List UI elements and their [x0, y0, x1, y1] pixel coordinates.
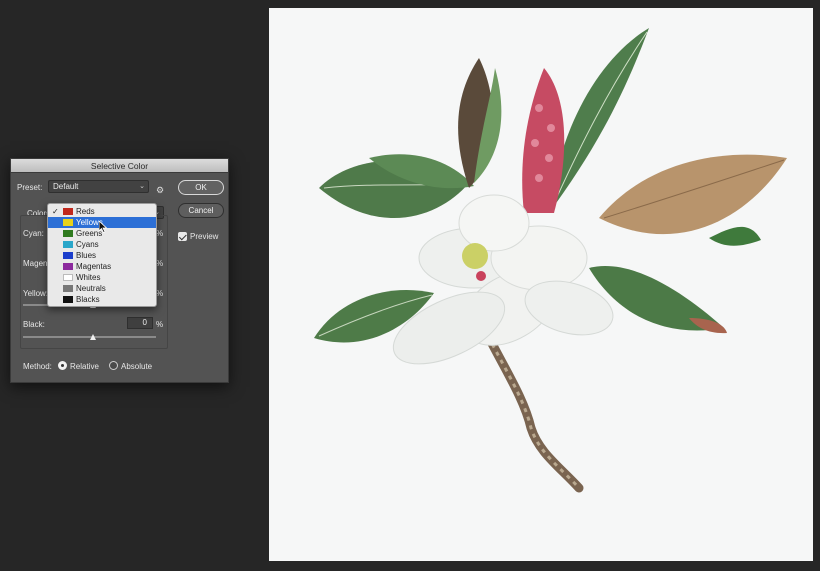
preset-value: Default — [53, 182, 79, 191]
method-label: Method: — [23, 362, 52, 371]
menu-item-blacks[interactable]: Blacks — [48, 294, 156, 305]
reds-swatch — [63, 208, 73, 215]
preset-label: Preset: — [17, 183, 43, 192]
yellow-label: Yellow: — [23, 289, 49, 298]
menu-item-label: Blues — [76, 251, 97, 260]
menu-item-label: Cyans — [76, 240, 99, 249]
preset-select[interactable]: Default ⌄ — [48, 180, 149, 193]
dialog-title[interactable]: Selective Color — [11, 159, 228, 173]
blacks-swatch — [63, 296, 73, 303]
magentas-swatch — [63, 263, 73, 270]
method-absolute-radio[interactable] — [109, 361, 118, 370]
menu-item-blues[interactable]: Blues — [48, 250, 156, 261]
checkmark-icon: ✓ — [52, 207, 59, 216]
magenta-percent: % — [156, 259, 164, 268]
ok-button[interactable]: OK — [178, 180, 224, 195]
whites-swatch — [63, 274, 73, 281]
gear-icon[interactable]: ⚙ — [156, 185, 164, 196]
menu-item-neutrals[interactable]: Neutrals — [48, 283, 156, 294]
yellow-percent: % — [156, 289, 164, 298]
cyan-label: Cyan: — [23, 229, 44, 238]
black-percent: % — [156, 320, 164, 329]
document-canvas[interactable] — [269, 8, 813, 561]
blues-swatch — [63, 252, 73, 259]
method-relative-label: Relative — [70, 362, 99, 371]
menu-item-label: Neutrals — [76, 284, 106, 293]
method-relative-radio[interactable] — [58, 361, 67, 370]
menu-item-cyans[interactable]: Cyans — [48, 239, 156, 250]
mouse-pointer-icon — [99, 221, 107, 233]
black-slider-thumb[interactable] — [90, 334, 96, 340]
yellows-swatch — [63, 219, 73, 226]
black-value-field[interactable]: 0 — [127, 317, 153, 329]
menu-item-label: Reds — [76, 207, 95, 216]
magnolia-painting — [314, 28, 787, 493]
menu-item-reds[interactable]: ✓ Reds — [48, 206, 156, 217]
greens-swatch — [63, 230, 73, 237]
preview-checkbox[interactable] — [178, 232, 187, 241]
cancel-button[interactable]: Cancel — [178, 203, 224, 218]
preview-label: Preview — [190, 232, 219, 241]
black-label: Black: — [23, 320, 45, 329]
menu-item-whites[interactable]: Whites — [48, 272, 156, 283]
menu-item-label: Whites — [76, 273, 101, 282]
neutrals-swatch — [63, 285, 73, 292]
cyan-percent: % — [156, 229, 164, 238]
menu-item-magentas[interactable]: Magentas — [48, 261, 156, 272]
method-absolute-label: Absolute — [121, 362, 153, 371]
menu-item-label: Blacks — [76, 295, 100, 304]
chevron-down-icon: ⌄ — [139, 183, 145, 190]
cyans-swatch — [63, 241, 73, 248]
colors-dropdown-menu: ✓ Reds Yellows Greens Cyans Blues Magent… — [47, 203, 157, 307]
menu-item-label: Magentas — [76, 262, 112, 271]
